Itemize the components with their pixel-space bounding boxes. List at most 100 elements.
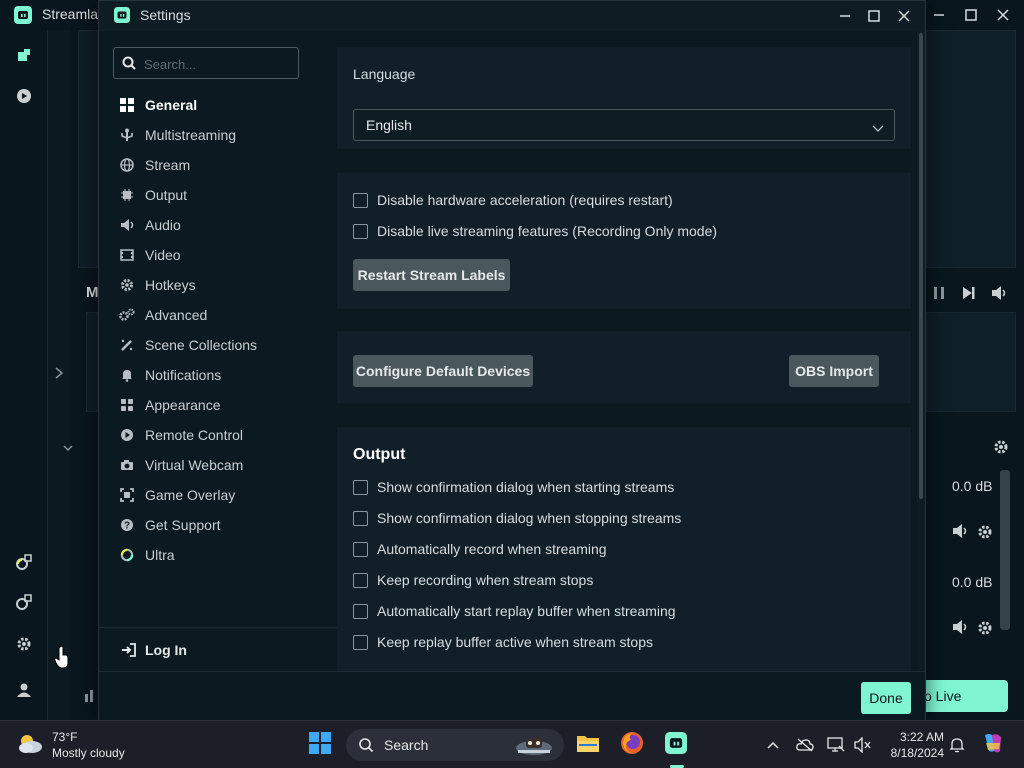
minimize-button[interactable] <box>830 1 860 31</box>
ultra-link-icon[interactable] <box>14 552 34 572</box>
checkbox-box[interactable] <box>353 541 368 557</box>
content-scrollbar[interactable] <box>917 31 925 671</box>
notification-bell-icon[interactable] <box>947 735 967 755</box>
keep-recording-checkbox[interactable]: Keep recording when stream stops <box>353 570 593 590</box>
checkbox-box[interactable] <box>353 572 368 588</box>
keep-replay-buffer-checkbox[interactable]: Keep replay buffer active when stream st… <box>353 632 653 652</box>
nav-item-remote-control[interactable]: Remote Control <box>119 423 319 447</box>
nav-item-notifications[interactable]: Notifications <box>119 363 319 387</box>
nav-item-advanced[interactable]: Advanced <box>119 303 319 327</box>
copilot-icon[interactable] <box>980 731 1006 757</box>
audio-source-db-1: 0.0 dB <box>952 478 993 494</box>
search-icon <box>358 737 374 753</box>
confirm-stop-stream-checkbox[interactable]: Show confirmation dialog when stopping s… <box>353 508 681 528</box>
usb-fork-icon <box>119 127 135 143</box>
main-maximize-button[interactable] <box>954 0 988 30</box>
go-live-button[interactable]: o Live <box>918 680 1008 712</box>
play-circle-icon[interactable] <box>14 86 34 106</box>
camera-icon <box>119 457 135 473</box>
main-minimize-button[interactable] <box>922 0 956 30</box>
stats-bars-icon[interactable] <box>84 688 98 707</box>
checkbox-box[interactable] <box>353 223 368 239</box>
close-button[interactable] <box>889 1 919 31</box>
checkbox-label: Show confirmation dialog when starting s… <box>377 479 675 495</box>
settings-titlebar: Settings <box>99 1 925 31</box>
nav-item-audio[interactable]: Audio <box>119 213 319 237</box>
nav-item-general[interactable]: General <box>119 93 319 117</box>
mixer-heading: M <box>86 284 99 301</box>
sign-in-icon <box>121 643 137 657</box>
nav-item-video[interactable]: Video <box>119 243 319 267</box>
language-value: English <box>366 117 412 133</box>
windows-logo-icon <box>309 731 331 759</box>
done-button[interactable]: Done <box>861 682 911 714</box>
source-1-volume-icon[interactable] <box>952 523 968 544</box>
collapse-chevron-down-icon[interactable] <box>63 440 73 458</box>
search-highlight-icon <box>514 732 554 761</box>
nav-item-label: Stream <box>145 157 191 173</box>
nav-item-multistreaming[interactable]: Multistreaming <box>119 123 319 147</box>
question-icon: ? <box>119 517 135 533</box>
gear-icon <box>119 277 135 293</box>
firefox-button[interactable] <box>616 729 648 761</box>
source-1-gear-icon[interactable] <box>977 524 993 545</box>
nav-item-output[interactable]: Output <box>119 183 319 207</box>
mixer-settings-gear-icon[interactable] <box>993 439 1009 460</box>
system-clock[interactable]: 3:22 AM 8/18/2024 <box>880 729 944 761</box>
auto-record-checkbox[interactable]: Automatically record when streaming <box>353 539 607 559</box>
settings-search[interactable] <box>113 47 299 79</box>
recording-only-mode-checkbox[interactable]: Disable live streaming features (Recordi… <box>353 221 717 241</box>
nav-item-label: Output <box>145 187 188 203</box>
nav-item-game-overlay[interactable]: Game Overlay <box>119 483 319 507</box>
nav-item-scene-collections[interactable]: Scene Collections <box>119 333 319 357</box>
mixer-scrollbar[interactable] <box>1000 470 1010 630</box>
nav-item-stream[interactable]: Stream <box>119 153 319 177</box>
nav-item-ultra[interactable]: Ultra <box>119 543 319 567</box>
maximize-button[interactable] <box>859 1 889 31</box>
volume-icon[interactable] <box>991 285 1009 306</box>
login-button[interactable]: Log In <box>121 642 187 658</box>
cloud-offline-icon[interactable] <box>795 735 815 755</box>
chevron-up-icon[interactable] <box>763 735 783 755</box>
taskbar-search[interactable]: Search <box>346 729 564 761</box>
auto-replay-buffer-checkbox[interactable]: Automatically start replay buffer when s… <box>353 601 676 621</box>
skip-next-icon[interactable] <box>962 286 976 305</box>
expand-chevron-right-icon[interactable] <box>54 366 64 385</box>
scrollbar-thumb[interactable] <box>919 33 923 499</box>
search-input[interactable] <box>144 54 292 74</box>
checkbox-box[interactable] <box>353 479 368 495</box>
nav-item-virtual-webcam[interactable]: Virtual Webcam <box>119 453 319 477</box>
confirm-start-stream-checkbox[interactable]: Show confirmation dialog when starting s… <box>353 477 674 497</box>
checkbox-box[interactable] <box>353 192 368 208</box>
studio-editor-icon[interactable] <box>14 46 34 66</box>
windows-start-button[interactable] <box>304 729 336 761</box>
weather-widget[interactable]: 73°F Mostly cloudy <box>16 729 125 761</box>
pause-icon[interactable] <box>932 286 946 305</box>
main-close-button[interactable] <box>986 0 1020 30</box>
nav-item-label: Appearance <box>145 397 221 413</box>
nav-item-get-support[interactable]: ? Get Support <box>119 513 319 537</box>
disable-hw-accel-checkbox[interactable]: Disable hardware acceleration (requires … <box>353 190 673 210</box>
streamlabs-taskbar-button[interactable] <box>660 729 692 761</box>
network-monitor-icon[interactable] <box>826 735 846 755</box>
checkbox-box[interactable] <box>353 510 368 526</box>
nav-item-hotkeys[interactable]: Hotkeys <box>119 273 319 297</box>
source-2-gear-icon[interactable] <box>977 620 993 641</box>
configure-default-devices-button[interactable]: Configure Default Devices <box>353 355 533 387</box>
checkbox-box[interactable] <box>353 603 368 619</box>
source-2-volume-icon[interactable] <box>952 619 968 640</box>
external-link-icon[interactable] <box>14 592 34 612</box>
settings-content: Language English Disable hardware accele… <box>337 31 913 671</box>
login-label: Log In <box>145 642 187 658</box>
language-select[interactable]: English <box>353 109 895 141</box>
volume-muted-icon[interactable] <box>853 735 873 755</box>
devices-card: Configure Default Devices OBS Import <box>337 331 911 403</box>
nav-item-appearance[interactable]: Appearance <box>119 393 319 417</box>
restart-stream-labels-button[interactable]: Restart Stream Labels <box>353 259 510 291</box>
output-heading: Output <box>353 446 406 463</box>
obs-import-button[interactable]: OBS Import <box>789 355 879 387</box>
checkbox-box[interactable] <box>353 634 368 650</box>
user-profile-icon[interactable] <box>14 680 34 700</box>
settings-gear-icon[interactable] <box>14 634 34 654</box>
file-explorer-button[interactable] <box>572 729 604 761</box>
